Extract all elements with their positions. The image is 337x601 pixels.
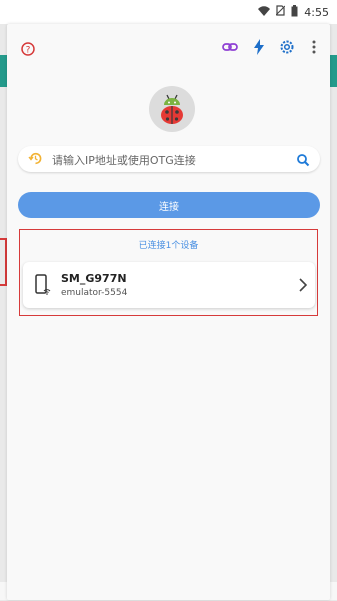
connected-devices-section: 已连接1个设备 SM_G977N emulator-5554 — [19, 229, 318, 316]
help-circle-icon[interactable]: ? — [19, 40, 37, 58]
chevron-right-icon[interactable] — [299, 277, 308, 296]
history-icon[interactable] — [28, 151, 43, 170]
device-list-item[interactable]: SM_G977N emulator-5554 — [23, 262, 315, 308]
search-input[interactable]: 请输入IP地址或使用OTG连接 — [52, 152, 196, 168]
no-sim-icon — [275, 5, 286, 19]
device-name: SM_G977N — [61, 272, 127, 285]
search-icon[interactable] — [296, 152, 310, 171]
status-icons — [258, 4, 298, 20]
wifi-icon — [258, 5, 271, 19]
connect-button[interactable]: 连接 — [18, 192, 320, 218]
status-time: 4:55 — [304, 5, 329, 19]
link-icon[interactable] — [221, 38, 239, 56]
device-serial: emulator-5554 — [61, 288, 128, 298]
ladybug-android-icon — [161, 94, 183, 124]
more-vert-icon[interactable] — [305, 38, 323, 56]
phone-wifi-icon — [35, 274, 51, 300]
flash-icon[interactable] — [250, 38, 268, 56]
battery-icon — [291, 4, 298, 20]
ip-search-field[interactable]: 请输入IP地址或使用OTG连接 — [18, 146, 320, 172]
gear-icon[interactable] — [278, 38, 296, 56]
connected-count-label: 已连接1个设备 — [138, 241, 199, 251]
status-bar: 4:55 — [0, 0, 337, 24]
background-highlight-edge — [0, 238, 7, 286]
background-app-bar-right — [329, 55, 337, 87]
app-logo — [149, 86, 195, 132]
svg-text:?: ? — [26, 46, 31, 56]
main-panel: ? 请输入IP地址或使用OTG连接 连接 已连接1个设备 SM_G977N em… — [7, 24, 330, 600]
